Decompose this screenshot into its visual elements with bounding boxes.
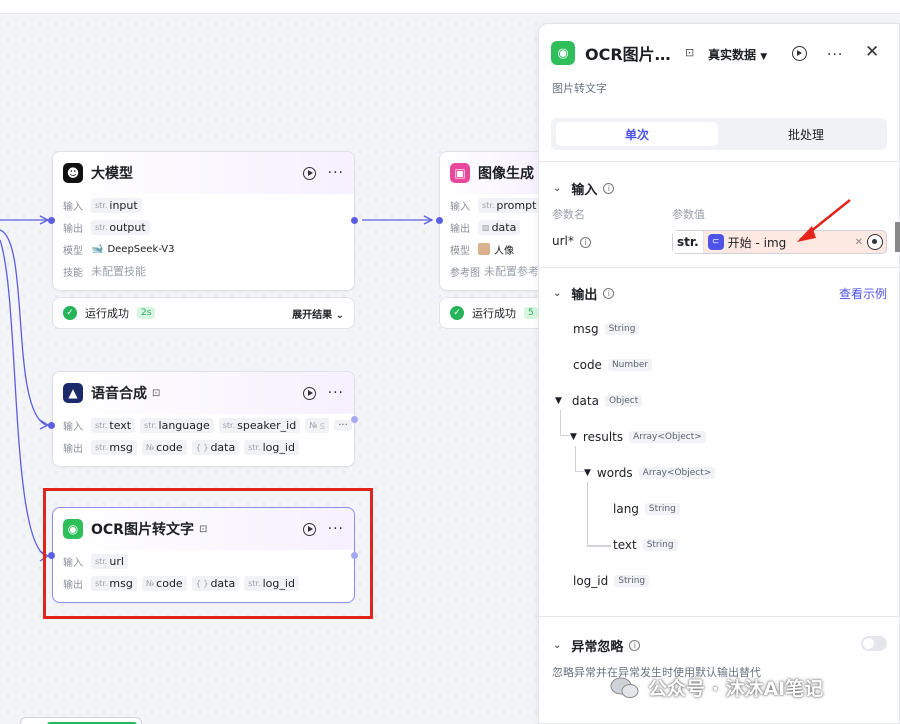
partial-node-bottom	[20, 717, 142, 724]
success-check-icon: ✓	[63, 306, 77, 320]
expand-triangle-icon[interactable]: ▼	[555, 396, 562, 406]
more-icon[interactable]: ···	[328, 386, 344, 400]
info-icon: i	[603, 183, 615, 194]
panel-description: 图片转文字	[552, 82, 607, 95]
chevron-down-icon: ⌄	[553, 183, 562, 194]
tab-batch[interactable]: 批处理	[731, 122, 881, 146]
exception-ignore-toggle[interactable]	[861, 636, 887, 651]
success-check-icon: ✓	[450, 306, 464, 320]
type-selector[interactable]: str.	[673, 231, 704, 253]
param-tag: str. log_id	[244, 439, 299, 455]
param-tag: str. input	[91, 197, 142, 213]
node-model-row: 模型 🐋 DeepSeek-V3	[63, 243, 175, 257]
llm-input-port[interactable]	[48, 217, 55, 224]
image-gen-node[interactable]: ▣ 图像生成 输入 str. prompt 输出 ▨ data 模型 人像 参考图 未配置参…	[439, 151, 549, 291]
node-input-row: 输入 str. input	[53, 194, 354, 216]
output-field[interactable]: ▼ data Object	[555, 394, 643, 408]
output-field: text String	[613, 538, 678, 552]
variable-reference-chip[interactable]: ⊂ 开始 - img	[707, 234, 786, 251]
url-value-field[interactable]: str. ⊂ 开始 - img ✕	[672, 230, 887, 254]
node-output-row: 输出 str. output	[53, 216, 354, 238]
panel-title: OCR图片…	[585, 45, 671, 64]
node-title: 大模型	[91, 166, 133, 182]
image-gen-icon: ▣	[450, 163, 470, 183]
param-tag: № s	[305, 417, 330, 433]
node-skills-row: 技能 未配置技能	[63, 265, 146, 279]
param-tag: № code	[141, 439, 187, 455]
data-mode-select[interactable]: 真实数据 ▼	[708, 46, 767, 63]
exception-section-header[interactable]: ⌄ 异常忽略 i	[553, 636, 641, 655]
tts-logo-icon: ▲	[63, 383, 83, 403]
view-example-link[interactable]: 查看示例	[839, 285, 887, 302]
start-node-icon: ⊂	[707, 234, 724, 250]
run-node-icon[interactable]	[302, 166, 316, 180]
variable-picker-icon[interactable]	[867, 234, 883, 250]
portrait-avatar-icon	[478, 243, 490, 255]
run-mode-tabs: 单次 批处理	[551, 118, 887, 150]
node-title: 语音合成	[91, 386, 147, 402]
llm-node[interactable]: ☻ 大模型 ··· 输入 str. input 输出 str. output 模型 …	[52, 151, 355, 291]
more-params-icon[interactable]: ···	[334, 419, 352, 431]
param-tag: str. speaker_id	[218, 417, 301, 433]
caret-down-icon: ▼	[760, 52, 768, 62]
param-tag: str. prompt	[478, 197, 541, 213]
output-field[interactable]: ▼ words Array<Object>	[584, 466, 716, 480]
plugin-badge-icon: ⊡	[685, 46, 695, 59]
run-test-icon[interactable]	[792, 46, 807, 61]
input-section-header[interactable]: ⌄ 输入 i	[553, 179, 615, 198]
tts-output-port[interactable]	[351, 416, 358, 423]
tts-node[interactable]: ▲ 语音合成 ⊡ ··· 输入 str. text str. language st…	[52, 371, 355, 467]
image-run-status: ✓ 运行成功 5	[439, 297, 549, 329]
output-field[interactable]: ▼ results Array<Object>	[570, 430, 706, 444]
output-field: code Number	[573, 358, 653, 372]
info-icon: i	[579, 237, 591, 248]
chevron-down-icon: ⌄	[553, 640, 562, 651]
expand-result-button[interactable]: 展开结果 ⌄	[292, 306, 344, 321]
param-tag: ▨ data	[478, 219, 521, 235]
llm-node-header: ☻ 大模型 ···	[53, 152, 354, 194]
param-value-header: 参数值	[672, 208, 705, 221]
plugin-badge-icon: ⊡	[152, 387, 161, 399]
close-icon[interactable]: ✕	[865, 42, 879, 62]
output-field: msg String	[573, 322, 640, 336]
param-tag: { } data	[191, 439, 240, 455]
info-icon: i	[603, 288, 615, 299]
llm-output-port[interactable]	[351, 217, 358, 224]
clear-icon[interactable]: ✕	[855, 237, 863, 248]
expand-triangle-icon[interactable]: ▼	[584, 468, 591, 478]
node-config-panel: ◉ OCR图片… ⊡ 真实数据 ▼ ··· ✕ 图片转文字 单次 批处理 ⌄ 输…	[538, 23, 900, 724]
param-url-label: url* i	[552, 234, 591, 248]
param-tag: str. output	[91, 219, 150, 235]
deepseek-icon: 🐋	[91, 243, 104, 255]
info-icon: i	[629, 640, 641, 651]
llm-run-status: ✓ 运行成功 2s 展开结果 ⌄	[52, 297, 355, 329]
output-section-header[interactable]: ⌄ 输出 i	[553, 284, 615, 303]
watermark: 公众号 · 沐沐AI笔记	[610, 674, 823, 701]
param-tag: str. language	[140, 417, 214, 433]
llm-logo-icon: ☻	[63, 163, 83, 183]
tab-single[interactable]: 单次	[556, 122, 718, 146]
highlight-annotation-box	[43, 488, 373, 619]
param-name-header: 参数名	[552, 208, 585, 221]
tts-input-port[interactable]	[48, 422, 55, 429]
wechat-icon	[610, 677, 639, 698]
expand-triangle-icon[interactable]: ▼	[570, 432, 577, 442]
more-icon[interactable]: ···	[328, 166, 344, 180]
param-tag: str. msg	[91, 439, 137, 455]
output-field: log_id String	[573, 574, 650, 588]
output-field: lang String	[613, 502, 680, 516]
more-options-icon[interactable]: ···	[827, 48, 843, 62]
ocr-logo-icon: ◉	[551, 41, 575, 65]
image-gen-input-port[interactable]	[436, 217, 443, 224]
chevron-down-icon: ⌄	[553, 288, 562, 299]
canvas-top-bar	[0, 0, 900, 14]
run-node-icon[interactable]	[302, 386, 316, 400]
canvas-edge-port	[895, 222, 900, 252]
node-title: 图像生成	[478, 166, 534, 182]
param-tag: str. text	[91, 417, 136, 433]
